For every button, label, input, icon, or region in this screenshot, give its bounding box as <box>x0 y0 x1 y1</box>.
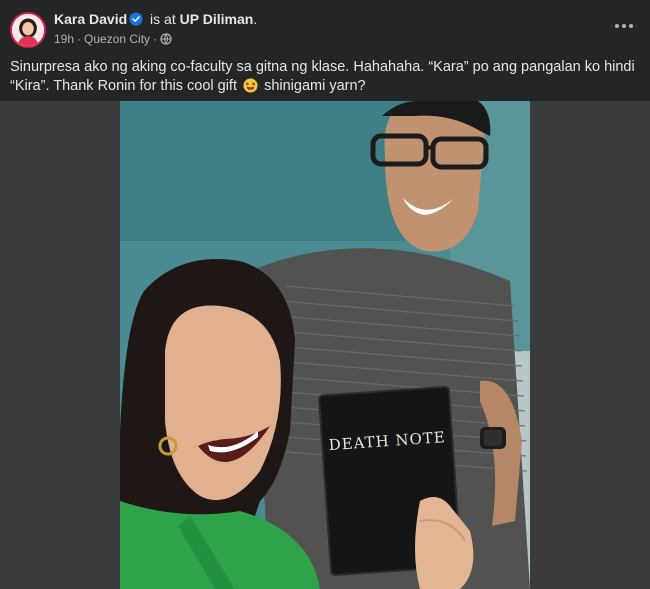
post-photo[interactable]: DEATH NOTE <box>120 101 530 589</box>
location-suffix: . <box>253 11 258 27</box>
author-avatar[interactable] <box>10 12 46 48</box>
is-at-text: is at <box>150 11 176 27</box>
grinning-squinting-tongue-emoji-icon <box>243 78 258 93</box>
post-city[interactable]: Quezon City <box>84 32 150 46</box>
avatar-image <box>12 14 44 46</box>
more-options-icon[interactable] <box>612 16 636 36</box>
author-line: Kara David is at UP Diliman. <box>54 10 257 28</box>
meta-separator: · <box>77 32 82 46</box>
location-link[interactable]: UP Diliman <box>180 11 254 27</box>
post-time[interactable]: 19h <box>54 32 74 46</box>
more-dot <box>615 24 619 28</box>
post-meta: 19h · Quezon City · <box>54 31 172 47</box>
caption-text-end: shinigami yarn? <box>264 78 366 94</box>
more-dot <box>622 24 626 28</box>
facebook-post: Kara David is at UP Diliman. 19h · Quezon … <box>0 0 650 589</box>
verified-badge-icon <box>129 12 143 26</box>
photo-image: DEATH NOTE <box>120 101 530 589</box>
author-name[interactable]: Kara David <box>54 11 127 27</box>
post-header: Kara David is at UP Diliman. 19h · Quezon … <box>0 0 650 56</box>
more-dot <box>629 24 633 28</box>
post-caption: Sinurpresa ako ng aking co-faculty sa gi… <box>10 58 640 96</box>
globe-icon[interactable] <box>160 33 172 45</box>
meta-separator: · <box>153 32 158 46</box>
